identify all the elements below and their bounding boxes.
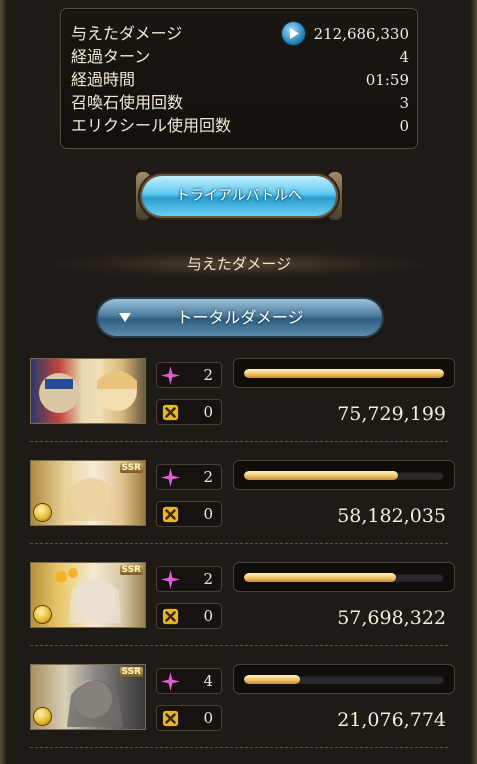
summary-label: 与えたダメージ [71,24,183,43]
damage-bar-fill [244,471,398,480]
summary-value: 4 [399,48,409,66]
trial-battle-button[interactable]: トライアルバトルへ [142,176,336,216]
ougi-count-box: 0 [156,399,222,425]
character-portrait[interactable]: SSR [30,562,146,628]
character-row: SSR 2 0 57,698,322 [30,562,456,634]
damage-bar-track [244,369,444,378]
character-art-icon [39,371,137,413]
summary-row-turns: 経過ターン 4 [71,46,409,68]
ability-count-box: 2 [156,362,222,388]
summary-label: 経過時間 [71,70,136,89]
light-element-icon [34,504,51,521]
chain-burst-icon [162,404,179,421]
damage-bar-track [244,675,444,684]
character-row: SSR 2 0 58,182,035 [30,460,456,532]
ability-count: 2 [203,366,213,384]
ability-count: 4 [203,672,213,690]
character-damage: 57,698,322 [337,607,446,629]
ability-count: 2 [203,468,213,486]
sparkle-icon [161,366,180,385]
ougi-count-box: 0 [156,603,222,629]
summary-value: 0 [399,117,409,135]
summary-label: 召喚石使用回数 [71,93,184,112]
damage-share-bar [233,460,455,490]
damage-section-title: 与えたダメージ [50,250,428,278]
play-icon[interactable] [282,22,305,45]
sparkle-icon [161,672,180,691]
ability-count: 2 [203,570,213,588]
row-divider [30,441,448,442]
character-portrait[interactable]: SSR [30,664,146,730]
ability-count-box: 2 [156,464,222,490]
summary-row-elixirs: エリクシール使用回数 0 [71,115,409,137]
sparkle-icon [161,468,180,487]
light-element-icon [34,708,51,725]
damage-bar-fill [244,369,444,378]
character-portrait[interactable]: SSR [30,460,146,526]
summary-label: 経過ターン [71,47,151,66]
row-divider [30,645,448,646]
light-element-icon [34,606,51,623]
character-damage: 58,182,035 [337,505,446,527]
character-damage: 21,076,774 [337,709,446,731]
ability-count-box: 2 [156,566,222,592]
summary-value: 212,686,330 [313,25,409,43]
character-row: SSR 4 0 21,076,774 [30,664,456,736]
sparkle-icon [161,570,180,589]
battle-summary-panel: 与えたダメージ 212,686,330 経過ターン 4 経過時間 01:59 召… [60,8,418,149]
summary-value: 3 [399,94,409,112]
damage-share-bar [233,664,455,694]
rarity-badge: SSR [119,463,143,473]
damage-bar-fill [244,675,300,684]
right-frame-border [471,0,477,764]
summary-label: エリクシール使用回数 [71,116,232,135]
damage-bar-track [244,471,444,480]
chain-burst-icon [162,608,179,625]
damage-share-bar [233,562,455,592]
summary-value: 01:59 [365,71,409,89]
ougi-count: 0 [203,505,213,523]
summary-row-damage: 与えたダメージ 212,686,330 [71,22,409,45]
character-portrait[interactable] [30,358,146,424]
ougi-count: 0 [203,403,213,421]
character-row: 2 0 75,729,199 [30,358,456,430]
ougi-count-box: 0 [156,501,222,527]
dropdown-selected-label: トータルダメージ [176,308,304,327]
ougi-count: 0 [203,607,213,625]
summary-row-summons: 召喚石使用回数 3 [71,92,409,114]
summary-row-time: 経過時間 01:59 [71,69,409,91]
damage-share-bar [233,358,455,388]
character-damage: 75,729,199 [337,403,446,425]
row-divider [30,747,448,748]
ougi-count: 0 [203,709,213,727]
damage-bar-track [244,573,444,582]
ougi-count-box: 0 [156,705,222,731]
damage-type-dropdown[interactable]: トータルダメージ [98,299,382,336]
damage-bar-fill [244,573,397,582]
left-frame-border [0,0,6,764]
ability-count-box: 4 [156,668,222,694]
rarity-badge: SSR [119,667,143,677]
rarity-badge: SSR [119,565,143,575]
chain-burst-icon [162,506,179,523]
chain-burst-icon [162,710,179,727]
row-divider [30,543,448,544]
